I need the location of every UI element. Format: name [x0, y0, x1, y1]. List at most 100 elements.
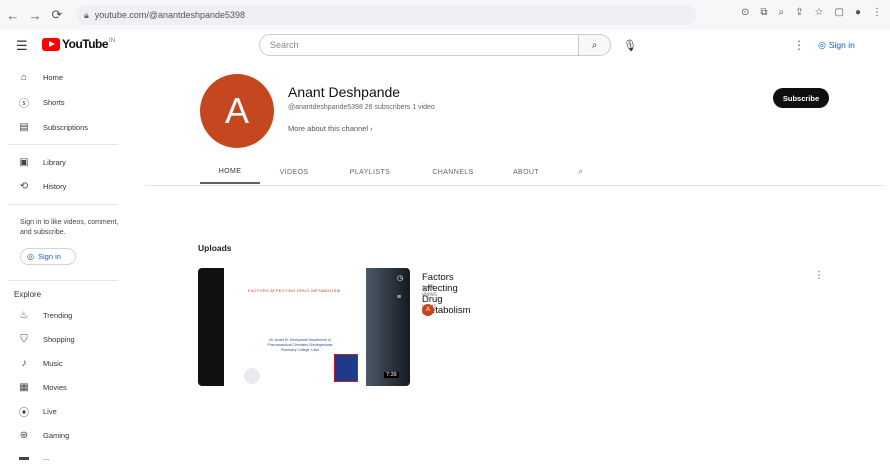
- sidebar-divider: [8, 204, 118, 205]
- sidebar-item-label: History: [43, 181, 67, 191]
- browser-toolbar: ← → ⟳ 🔒︎ youtube.com/@anantdeshpande5398…: [0, 0, 890, 30]
- sign-in-label: Sign in: [37, 252, 61, 261]
- forward-icon[interactable]: →: [26, 8, 44, 23]
- slide-title: FACTORS AFFECTING DRUG METABOLISM: [248, 288, 341, 293]
- uploads-heading[interactable]: Uploads: [198, 243, 232, 253]
- sidebar-item-trending[interactable]: ♨ Trending: [0, 306, 120, 324]
- browser-menu-icon[interactable]: ⋮: [872, 7, 882, 18]
- thumbnail-left-panel: [198, 268, 224, 386]
- library-icon: ▣: [19, 156, 29, 168]
- tab-about[interactable]: ABOUT: [500, 160, 552, 184]
- thumbnail-slide: FACTORS AFFECTING DRUG METABOLISM Mr. An…: [238, 278, 364, 384]
- sidebar-item-label: Home: [43, 72, 64, 82]
- lock-icon: 🔒︎: [84, 9, 89, 20]
- youtube-logo[interactable]: YouTube IN: [42, 37, 115, 51]
- sign-in-label: Sign in: [828, 40, 855, 50]
- tab-icon[interactable]: ▢: [835, 7, 844, 18]
- sidebar-item-subscriptions[interactable]: ▤ Subscriptions: [0, 118, 120, 136]
- live-icon: ⦿: [19, 407, 29, 419]
- tab-playlists[interactable]: PLAYLISTS: [334, 160, 406, 184]
- tab-videos[interactable]: VIDEOS: [266, 160, 322, 184]
- home-icon: ⌂: [20, 71, 28, 83]
- search-icon: ⌕: [591, 39, 598, 51]
- watch-later-icon[interactable]: ◷: [397, 274, 403, 282]
- sidebar-divider: [8, 280, 118, 281]
- sidebar-item-label: Live: [43, 406, 57, 416]
- sidebar-item-live[interactable]: ⦿ Live: [0, 402, 120, 420]
- account-icon: ◎: [818, 39, 826, 50]
- sidebar-item-label: Trending: [43, 310, 73, 320]
- sidebar-item-movies[interactable]: ▦ Movies: [0, 378, 120, 396]
- sidebar-item-home[interactable]: ⌂ Home: [0, 68, 120, 86]
- subscribe-button[interactable]: Subscribe: [773, 88, 829, 108]
- video-duration: 7:39: [384, 372, 399, 378]
- tab-home[interactable]: HOME: [200, 160, 260, 184]
- sidebar-item-label: ...: [43, 452, 50, 462]
- gaming-icon: ⊛: [19, 429, 29, 441]
- back-icon[interactable]: ←: [4, 8, 22, 23]
- sidebar-sign-in-button[interactable]: ◎ Sign in: [20, 248, 76, 265]
- logo-wordmark: YouTube: [62, 37, 109, 51]
- college-logo: [244, 368, 260, 384]
- sidebar-item-label: Music: [43, 358, 63, 368]
- search-input[interactable]: Search: [259, 34, 579, 56]
- sign-in-prompt: Sign in to like videos, comment, and sub…: [20, 219, 119, 236]
- channel-avatar: A: [200, 74, 274, 148]
- channel-meta: @anantdeshpande5398 26 subscribers 1 vid…: [288, 104, 435, 111]
- shopping-icon: ⛉: [20, 333, 28, 345]
- sidebar-item-label: Movies: [43, 382, 67, 392]
- tabs-divider: [145, 185, 885, 186]
- voice-search-button[interactable]: 🎙︎: [620, 35, 640, 55]
- menu-icon[interactable]: ☰: [16, 38, 28, 54]
- search-button[interactable]: ⌕: [579, 34, 611, 56]
- logo-region: IN: [109, 38, 116, 44]
- sidebar-item-news[interactable]: ▬ ...: [0, 448, 120, 465]
- subscriptions-icon: ▤: [19, 121, 29, 133]
- history-icon: ⟲: [19, 180, 29, 192]
- news-icon: ▬: [19, 451, 29, 463]
- account-icon: ◎: [27, 252, 34, 261]
- video-channel-avatar[interactable]: A: [422, 304, 434, 316]
- search-placeholder: Search: [270, 40, 299, 50]
- sidebar-item-library[interactable]: ▣ Library: [0, 153, 120, 171]
- sidebar-item-shopping[interactable]: ⛉ Shopping: [0, 330, 120, 348]
- video-menu-icon[interactable]: ⋮: [814, 270, 824, 281]
- more-about-channel-link[interactable]: More about this channel ›: [288, 124, 373, 133]
- sidebar-item-label: Library: [43, 157, 66, 167]
- url-text: youtube.com/@anantdeshpande5398: [94, 10, 246, 20]
- video-thumbnail[interactable]: FACTORS AFFECTING DRUG METABOLISM Mr. An…: [198, 268, 410, 386]
- mic-icon: 🎙︎: [623, 39, 637, 52]
- search-page-icon[interactable]: ⌕: [779, 7, 785, 18]
- channel-search-icon[interactable]: ⌕: [578, 166, 583, 177]
- thumbnail-right-panel: [366, 268, 410, 386]
- sign-in-button[interactable]: ◎ Sign in: [812, 36, 861, 54]
- chevron-right-icon: ›: [370, 124, 373, 133]
- music-icon: ♪: [21, 357, 27, 369]
- more-about-label: More about this channel: [288, 124, 369, 133]
- address-bar[interactable]: 🔒︎ youtube.com/@anantdeshpande5398: [76, 5, 696, 25]
- tab-channels[interactable]: CHANNELS: [418, 160, 488, 184]
- trending-icon: ♨: [19, 309, 29, 321]
- zoom-icon[interactable]: ⊙: [741, 7, 749, 18]
- reload-icon[interactable]: ⟳: [48, 7, 66, 23]
- presenter-photo: [334, 354, 358, 382]
- browser-actions: ⊙ ⧉ ⌕ ⇪ ☆ ▢ ● ⋮: [741, 7, 882, 18]
- sidebar-item-history[interactable]: ⟲ History: [0, 177, 120, 195]
- add-to-queue-icon[interactable]: ≡: [397, 294, 401, 301]
- profile-icon[interactable]: ●: [855, 7, 861, 18]
- sidebar-item-shorts[interactable]: ⓢ Shorts: [0, 93, 120, 111]
- settings-menu-icon[interactable]: ⋮: [793, 38, 805, 52]
- shorts-icon: ⓢ: [19, 98, 29, 110]
- sidebar-item-label: Gaming: [43, 430, 70, 440]
- slide-subtitle: Mr. Anant M. Deshpande Department of Pha…: [267, 338, 333, 352]
- explore-heading: Explore: [14, 290, 42, 299]
- sidebar-item-label: Shopping: [43, 334, 75, 344]
- youtube-play-icon: [42, 37, 60, 51]
- sidebar-item-music[interactable]: ♪ Music: [0, 354, 120, 372]
- bookmark-icon[interactable]: ☆: [815, 7, 824, 18]
- extensions-icon[interactable]: ⧉: [760, 7, 767, 18]
- share-icon[interactable]: ⇪: [795, 7, 803, 18]
- sidebar-item-label: Shorts: [43, 97, 65, 107]
- sidebar-item-label: Subscriptions: [43, 122, 89, 132]
- sidebar-item-gaming[interactable]: ⊛ Gaming: [0, 426, 120, 444]
